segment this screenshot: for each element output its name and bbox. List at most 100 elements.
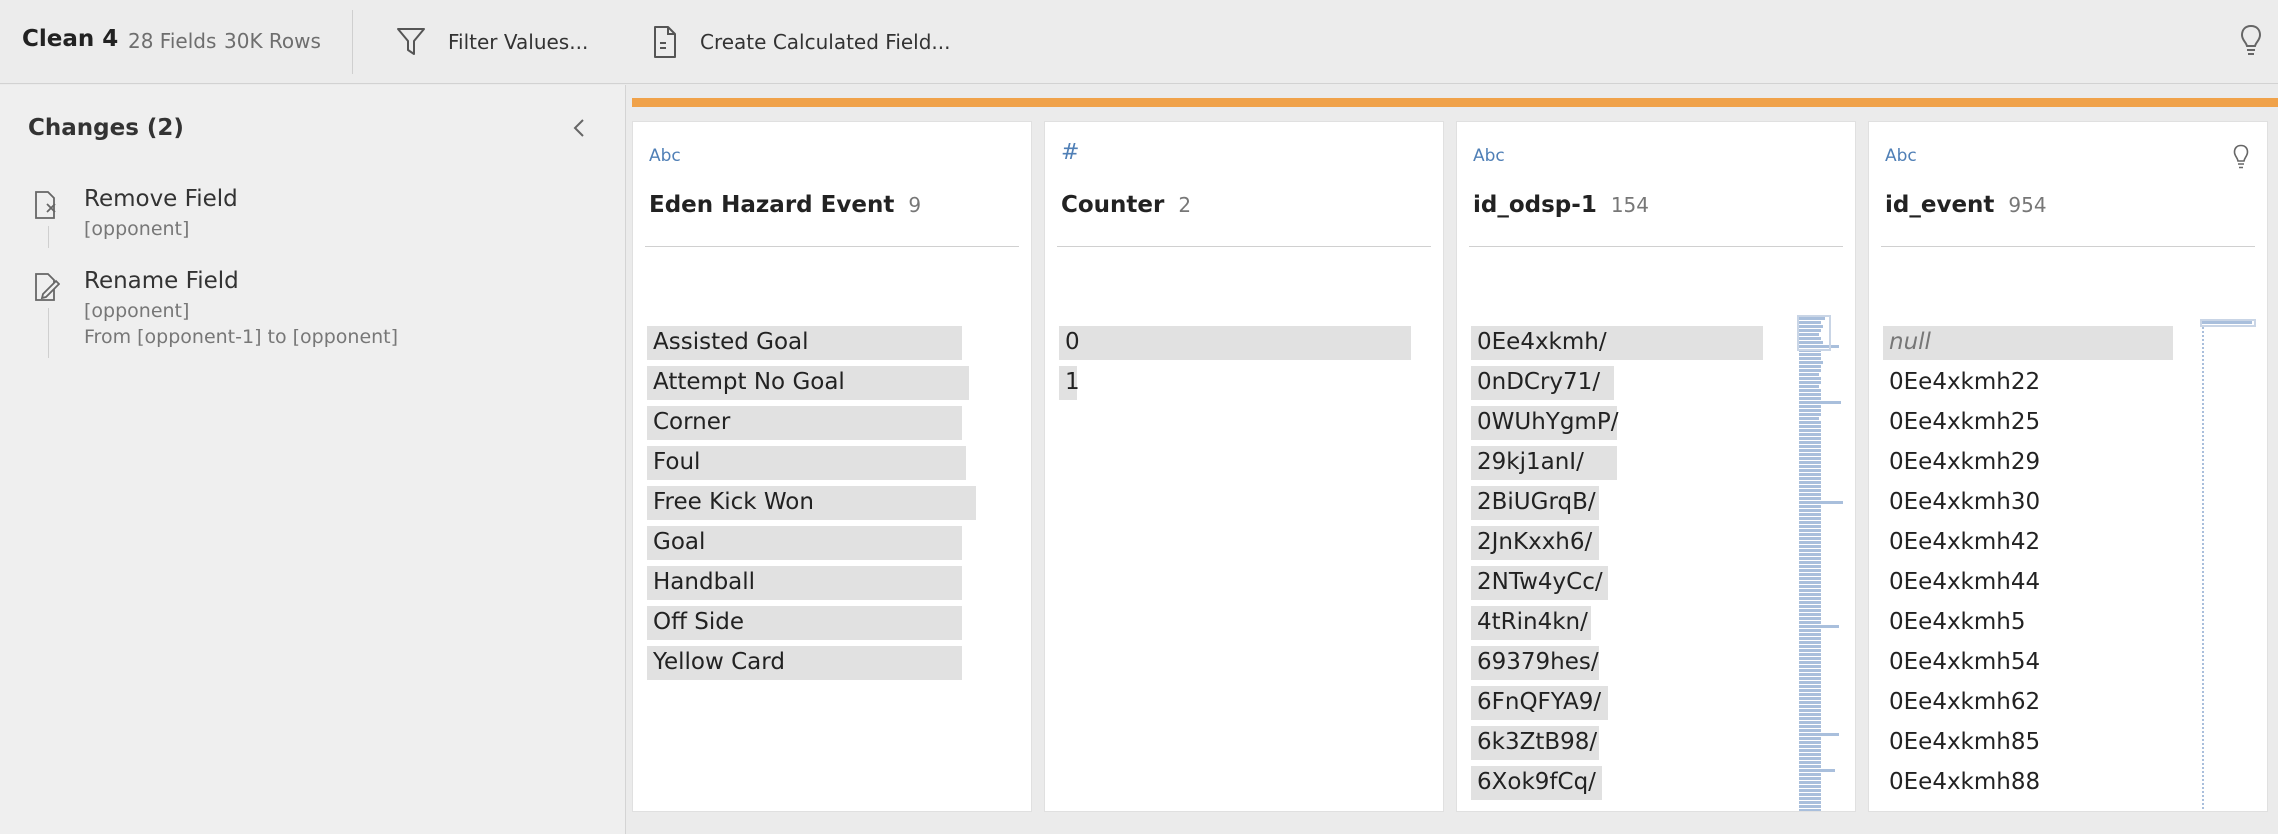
filter-values-button[interactable]: Filter Values...: [396, 20, 588, 64]
histogram-bar: [1799, 741, 1821, 744]
histogram-scroll-window[interactable]: [1797, 315, 1831, 351]
histogram-bar: [1799, 401, 1841, 404]
histogram-null-bar: [2202, 321, 2252, 324]
value-label: 0: [1065, 329, 1080, 355]
histogram-bar: [1799, 653, 1821, 656]
histogram-bar: [1799, 649, 1821, 652]
value-label: 0Ee4xkmh42: [1889, 529, 2041, 555]
histogram-bar: [1799, 525, 1821, 528]
histogram-bar: [1799, 457, 1821, 460]
value-label: Goal: [653, 529, 706, 555]
histogram-bar: [1799, 553, 1821, 556]
histogram-bar: [1799, 453, 1821, 456]
changes-pane: Changes (2) Remove Field [opponent] Rena…: [0, 85, 626, 834]
collapse-chevron-left-icon[interactable]: [572, 117, 586, 143]
histogram-bar: [1799, 769, 1835, 772]
histogram-bar: [1799, 793, 1821, 796]
histogram-bar: [1799, 549, 1821, 552]
value-label: Handball: [653, 569, 756, 595]
histogram-bar: [1799, 497, 1821, 500]
histogram-bar: [1799, 473, 1821, 476]
histogram-bar: [1799, 517, 1821, 520]
profile-card-id-event[interactable]: Abc id_event 954 null 0Ee4xkmh22 0Ee4xkmh25…: [1868, 121, 2268, 812]
value-label: 69379hes/: [1477, 649, 1599, 675]
histogram-bar: [1799, 721, 1821, 724]
calculated-field-icon: [652, 25, 678, 59]
histogram-bar: [1799, 669, 1821, 672]
string-type-icon[interactable]: Abc: [649, 146, 681, 166]
histogram-bar: [1799, 461, 1821, 464]
value-label: Corner: [653, 409, 731, 435]
histogram-bar: [1799, 521, 1821, 524]
value-label: 29kj1anI/: [1477, 449, 1584, 475]
field-name[interactable]: Eden Hazard Event 9: [649, 192, 921, 218]
histogram-bar: [1799, 485, 1821, 488]
filter-icon: [396, 26, 426, 58]
value-label: 2BiUGrqB/: [1477, 489, 1596, 515]
histogram-bar: [1799, 701, 1821, 704]
field-name[interactable]: Counter 2: [1061, 192, 1191, 218]
field-name[interactable]: id_odsp-1 154: [1473, 192, 1649, 218]
histogram-bar: [1799, 629, 1821, 632]
histogram-bar: [1799, 757, 1821, 760]
histogram-bar: [1799, 641, 1821, 644]
histogram-bar: [1799, 621, 1821, 624]
histogram-bar: [1799, 569, 1821, 572]
lightbulb-icon[interactable]: [2233, 144, 2249, 174]
histogram-bar: [1799, 541, 1821, 544]
histogram-bar: [1799, 689, 1821, 692]
change-name: Remove Field: [84, 186, 238, 212]
value-label: Off Side: [653, 609, 745, 635]
histogram-bar: [1799, 685, 1821, 688]
header-divider: [1469, 246, 1843, 247]
profile-card-id-odsp-1[interactable]: Abc id_odsp-1 154 0Ee4xkmh/0nDCry71/0WUhY…: [1456, 121, 1856, 812]
header-divider: [645, 246, 1019, 247]
histogram-bar: [1799, 713, 1821, 716]
change-detail: [opponent]: [84, 300, 190, 322]
distinct-count: 154: [1610, 193, 1650, 217]
histogram-bar: [1799, 509, 1821, 512]
histogram-bar: [1799, 797, 1821, 800]
change-connector: [48, 308, 49, 358]
profile-pane: Abc Eden Hazard Event 9 Assisted Goal Atte…: [632, 85, 2278, 834]
histogram-bar: [1799, 561, 1821, 564]
recommendations-lightbulb-icon[interactable]: [2240, 24, 2262, 62]
histogram-bar: [1799, 657, 1821, 660]
step-color-bar: [632, 98, 2278, 107]
histogram-bar: [1799, 449, 1821, 452]
string-type-icon[interactable]: Abc: [1473, 146, 1505, 166]
histogram-bar: [1799, 613, 1821, 616]
string-type-icon[interactable]: Abc: [1885, 146, 1917, 166]
histogram-bar: [1799, 709, 1821, 712]
histogram-bar: [1799, 385, 1819, 388]
histogram-bar: [1799, 733, 1839, 736]
number-type-icon[interactable]: #: [1061, 140, 1079, 165]
histogram-bar: [1799, 381, 1821, 384]
rename-field-icon: [34, 272, 61, 306]
histogram-bar: [1799, 725, 1821, 728]
value-label: 0Ee4xkmh44: [1889, 569, 2041, 595]
histogram-bar: [1799, 761, 1821, 764]
header-divider: [1881, 246, 2255, 247]
profile-card-counter[interactable]: # Counter 2 0 1: [1044, 121, 1444, 812]
create-calculated-field-button[interactable]: Create Calculated Field...: [652, 20, 951, 64]
histogram-bar: [1799, 533, 1821, 536]
histogram-bar: [1799, 441, 1821, 444]
value-label: 0nDCry71/: [1477, 369, 1601, 395]
change-detail-rename: From [opponent-1] to [opponent]: [84, 326, 399, 348]
histogram-bar: [1799, 409, 1821, 412]
histogram-bar: [1799, 377, 1821, 380]
overview-histogram[interactable]: [1799, 317, 1843, 811]
profile-card-eden-hazard-event[interactable]: Abc Eden Hazard Event 9 Assisted Goal Atte…: [632, 121, 1032, 812]
histogram-bar: [1799, 421, 1821, 424]
field-name[interactable]: id_event 954: [1885, 192, 2047, 218]
step-name: Clean 4: [22, 26, 119, 52]
histogram-bar: [1799, 373, 1819, 376]
value-label: Attempt No Goal: [653, 369, 845, 395]
overview-histogram[interactable]: [2202, 327, 2204, 809]
header-divider: [1057, 246, 1431, 247]
histogram-bar: [1799, 445, 1821, 448]
value-label: 0Ee4xkmh/: [1477, 329, 1607, 355]
histogram-bar: [1799, 537, 1821, 540]
filter-values-label: Filter Values...: [448, 30, 589, 54]
